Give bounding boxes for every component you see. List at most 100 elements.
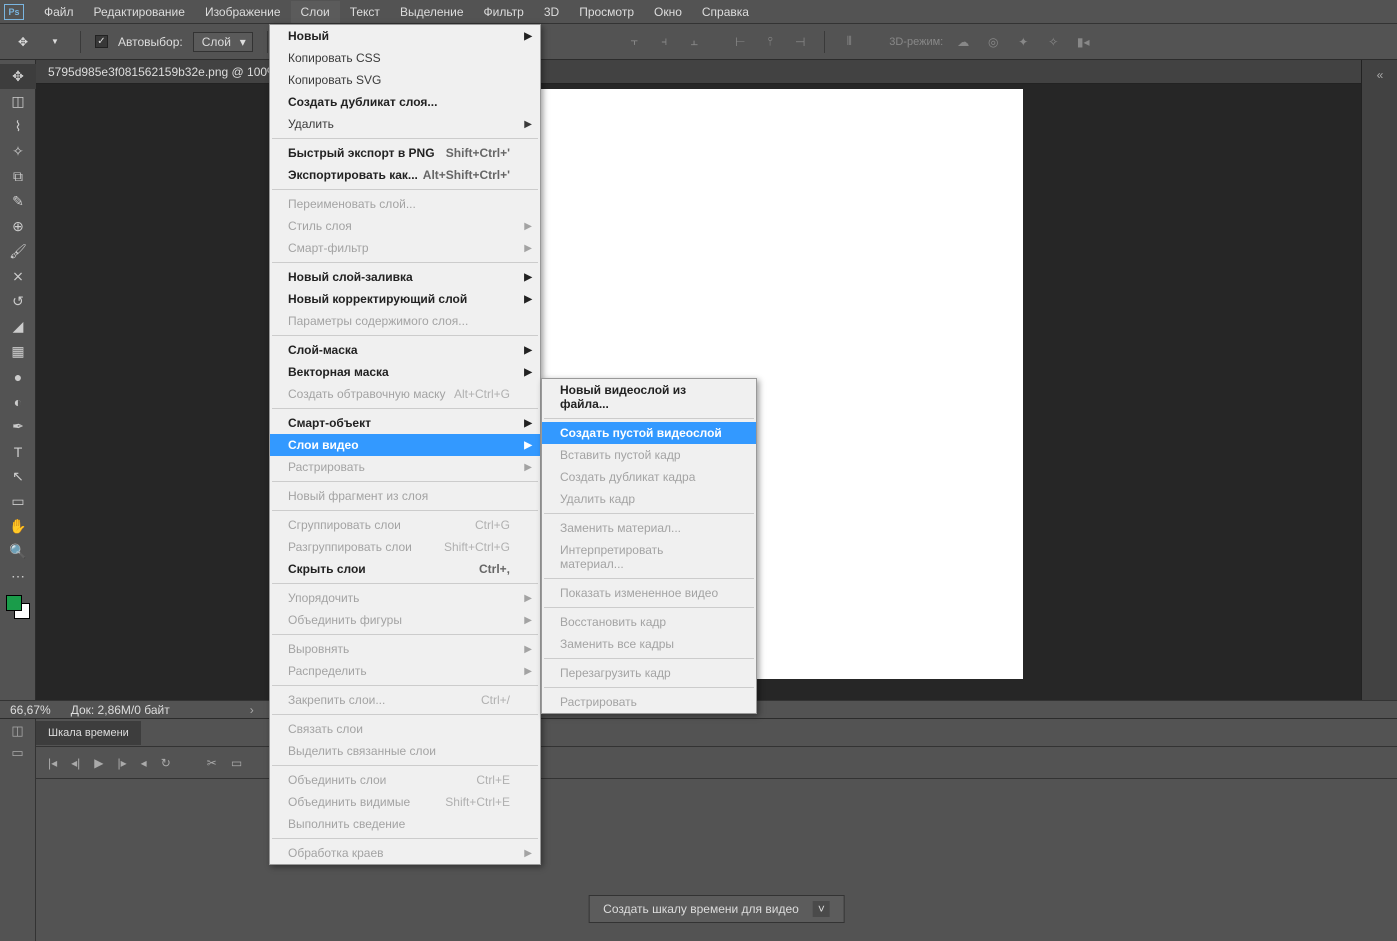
eyedropper-tool[interactable]: ✎ — [0, 189, 36, 214]
cut-icon[interactable]: ✂ — [207, 756, 217, 770]
autoselect-target-select[interactable]: Слой — [193, 32, 253, 52]
menu-item[interactable]: Новый слой-заливка▶ — [270, 266, 540, 288]
menu-3d[interactable]: 3D — [534, 1, 569, 23]
history-tool[interactable]: ↺ — [0, 289, 36, 314]
menu-item[interactable]: Новый корректирующий слой▶ — [270, 288, 540, 310]
pen-tool[interactable]: ✒ — [0, 414, 36, 439]
menu-item-label: Удалить — [288, 117, 334, 131]
expand-icon[interactable]: › — [250, 703, 254, 717]
menu-item[interactable]: Копировать SVG — [270, 69, 540, 91]
menu-слои[interactable]: Слои — [291, 1, 340, 23]
align-top-icon[interactable]: ⫟ — [624, 32, 644, 52]
prev-frame-icon[interactable]: ◂| — [71, 756, 80, 770]
zoom-tool[interactable]: 🔍 — [0, 539, 36, 564]
align-bottom-icon[interactable]: ⫠ — [684, 32, 704, 52]
autoselect-checkbox[interactable] — [95, 35, 108, 48]
video-layers-submenu[interactable]: Новый видеослой из файла... Создать пусто… — [541, 378, 757, 714]
color-swatch[interactable] — [6, 595, 30, 619]
menu-item[interactable]: Копировать CSS — [270, 47, 540, 69]
foreground-color[interactable] — [6, 595, 22, 611]
align-vcenter-icon[interactable]: ⫞ — [654, 32, 674, 52]
first-frame-icon[interactable]: |◂ — [48, 756, 57, 770]
menu-item-label: Экспортировать как... — [288, 168, 418, 182]
3d-pan-icon[interactable]: ◎ — [983, 32, 1003, 52]
wand-tool[interactable]: ✧ — [0, 139, 36, 164]
menu-item-label: Закрепить слои... — [288, 693, 385, 707]
gradient-tool[interactable]: ▦ — [0, 339, 36, 364]
collapse-panel-icon[interactable]: « — [1362, 60, 1397, 90]
audio-icon[interactable]: ◂ — [141, 756, 147, 770]
menu-справка[interactable]: Справка — [692, 1, 759, 23]
marquee-tool[interactable]: ◫ — [0, 89, 36, 114]
menu-item-label: Выделить связанные слои — [288, 744, 436, 758]
frame-panel-icon[interactable]: ◫ — [11, 723, 23, 739]
menu-separator — [544, 658, 754, 659]
dodge-tool[interactable]: ◐ — [0, 389, 36, 414]
menu-выделение[interactable]: Выделение — [390, 1, 474, 23]
distribute-icon[interactable]: ⫴ — [839, 32, 859, 52]
blur-tool[interactable]: ● — [0, 364, 36, 389]
menu-просмотр[interactable]: Просмотр — [569, 1, 644, 23]
move-tool[interactable]: ✥ — [0, 64, 36, 89]
heal-tool[interactable]: ⊕ — [0, 214, 36, 239]
submenu-arrow-icon: ▶ — [524, 272, 532, 283]
3d-camera-icon[interactable]: ▮◂ — [1073, 32, 1093, 52]
submenu-arrow-icon: ▶ — [524, 119, 532, 130]
play-icon[interactable]: ▶ — [94, 756, 103, 770]
menu-item[interactable]: Удалить ▶ — [270, 113, 540, 135]
3d-slide-icon[interactable]: ✦ — [1013, 32, 1033, 52]
menu-item-label: Смарт-объект — [288, 416, 371, 430]
layers-menu-dropdown[interactable]: Новый▶Копировать CSSКопировать SVGСоздат… — [269, 24, 541, 865]
cta-dropdown-icon[interactable]: ˅ — [813, 901, 830, 917]
menu-item[interactable]: Слой-маска▶ — [270, 339, 540, 361]
document-tab[interactable]: 5795d985e3f081562159b32e.png @ 100% (R — [48, 65, 294, 79]
3d-orbit-icon[interactable]: ☁ — [953, 32, 973, 52]
crop-tool[interactable]: ⧉ — [0, 164, 36, 189]
menu-item[interactable]: Создать пустой видеослой — [542, 422, 756, 444]
menu-фильтр[interactable]: Фильтр — [474, 1, 534, 23]
menu-item[interactable]: Скрыть слоиCtrl+, — [270, 558, 540, 580]
menu-окно[interactable]: Окно — [644, 1, 692, 23]
create-video-timeline-button[interactable]: Создать шкалу времени для видео ˅ — [588, 895, 845, 923]
menu-файл[interactable]: Файл — [34, 1, 84, 23]
more-tool[interactable]: ⋯ — [0, 564, 36, 589]
next-frame-icon[interactable]: |▸ — [118, 756, 127, 770]
menu-текст[interactable]: Текст — [340, 1, 390, 23]
hand-tool[interactable]: ✋ — [0, 514, 36, 539]
menu-item[interactable]: Экспортировать как...Alt+Shift+Ctrl+' — [270, 164, 540, 186]
submenu-arrow-icon: ▶ — [524, 462, 532, 473]
menu-shortcut: Shift+Ctrl+E — [445, 795, 510, 809]
menu-item-label: Слои видео — [288, 438, 359, 452]
eraser-tool[interactable]: ◢ — [0, 314, 36, 339]
menu-item[interactable]: Слои видео▶ — [270, 434, 540, 456]
menu-item: Переименовать слой... — [270, 193, 540, 215]
loop-icon[interactable]: ↻ — [161, 756, 171, 770]
dropdown-arrow-icon[interactable]: ▼ — [44, 31, 66, 53]
brush-tool[interactable]: 🖌 — [0, 239, 36, 264]
menu-item: Объединить фигуры▶ — [270, 609, 540, 631]
3d-scale-icon[interactable]: ✧ — [1043, 32, 1063, 52]
menu-item: Удалить кадр — [542, 488, 756, 510]
zoom-level[interactable]: 66,67% — [10, 703, 51, 717]
align-left-icon[interactable]: ⊢ — [730, 32, 750, 52]
path-tool[interactable]: ↖ — [0, 464, 36, 489]
menu-item-label: Новый — [288, 29, 329, 43]
menu-item[interactable]: Быстрый экспорт в PNGShift+Ctrl+' — [270, 142, 540, 164]
video-panel-icon[interactable]: ▭ — [11, 745, 23, 761]
align-hcenter-icon[interactable]: ⫯ — [760, 32, 780, 52]
menu-item[interactable]: Новый видеослой из файла... — [542, 379, 756, 415]
menu-редактирование[interactable]: Редактирование — [84, 1, 195, 23]
menu-item[interactable]: Создать дубликат слоя... — [270, 91, 540, 113]
menu-item-label: Перезагрузить кадр — [560, 666, 671, 680]
menu-item[interactable]: Новый▶ — [270, 25, 540, 47]
stamp-tool[interactable]: ⨯ — [0, 264, 36, 289]
type-tool[interactable]: T — [0, 439, 36, 464]
menu-item[interactable]: Векторная маска▶ — [270, 361, 540, 383]
align-right-icon[interactable]: ⊣ — [790, 32, 810, 52]
transition-icon[interactable]: ▭ — [231, 756, 242, 770]
shape-tool[interactable]: ▭ — [0, 489, 36, 514]
menu-item[interactable]: Смарт-объект▶ — [270, 412, 540, 434]
menu-изображение[interactable]: Изображение — [195, 1, 291, 23]
timeline-tab[interactable]: Шкала времени — [36, 721, 141, 745]
lasso-tool[interactable]: ⌇ — [0, 114, 36, 139]
